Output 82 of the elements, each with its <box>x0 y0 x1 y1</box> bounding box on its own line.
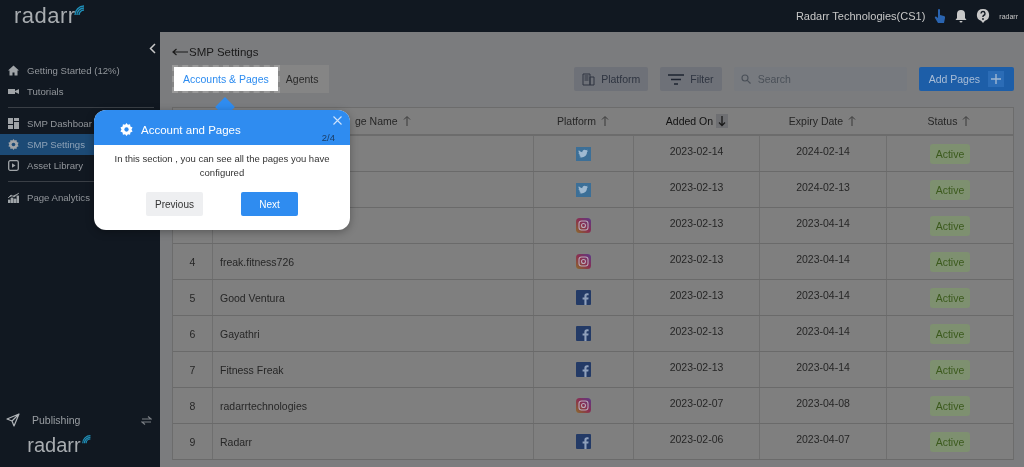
publishing-item[interactable]: Publishing <box>0 413 160 427</box>
page-name: Good Ventura <box>220 291 285 304</box>
status-badge: Active <box>929 143 971 164</box>
expiry-date: 2023-04-14 <box>796 217 850 231</box>
expiry-date: 2023-04-07 <box>796 433 850 447</box>
plus-icon <box>988 71 1004 87</box>
status-badge: Active <box>929 179 971 200</box>
dashboard-icon <box>8 118 19 129</box>
row-number: 9 <box>189 435 196 448</box>
page-name: freak.fitness726 <box>220 255 295 268</box>
hand-icon[interactable] <box>934 8 947 24</box>
status-badge: Active <box>929 359 971 380</box>
platform-button[interactable]: Platform <box>574 67 649 91</box>
added-date: 2023-02-13 <box>669 181 724 195</box>
status-badge: Active <box>929 287 971 308</box>
column-header[interactable]: Status <box>927 115 958 127</box>
column-header[interactable]: Platform <box>556 115 597 127</box>
added-date: 2023-02-13 <box>669 253 724 267</box>
sort-arrow-icon[interactable] <box>716 114 729 128</box>
page-name: Gayathri <box>220 327 260 340</box>
help-icon[interactable] <box>976 8 991 24</box>
notification-bell-icon[interactable] <box>955 9 968 23</box>
sidebar-item[interactable]: Getting Started (12%) <box>0 60 160 81</box>
filter-button[interactable]: Filter <box>660 67 722 91</box>
collapse-icon[interactable] <box>149 43 156 54</box>
logo-text: radarr <box>14 3 76 29</box>
popover-title: Account and Pages <box>141 123 241 136</box>
logo-text: radarr <box>27 433 81 457</box>
added-date: 2023-02-06 <box>669 433 724 447</box>
next-button[interactable]: Next <box>241 192 298 216</box>
expiry-date: 2024-02-13 <box>796 181 850 195</box>
add-pages-button[interactable]: Add Pages <box>918 67 1014 91</box>
video-camera-icon <box>8 86 19 97</box>
added-date: 2023-02-07 <box>669 397 724 411</box>
status-badge: Active <box>929 323 971 344</box>
row-number: 7 <box>189 363 196 376</box>
send-icon <box>6 413 20 427</box>
column-header[interactable]: Added On <box>665 115 714 127</box>
filter-icon <box>668 73 685 85</box>
settings-icon <box>120 123 133 136</box>
close-icon[interactable] <box>333 116 342 125</box>
expiry-date: 2023-04-14 <box>796 325 850 339</box>
expiry-date: 2023-04-14 <box>796 253 850 267</box>
popover-text: In this section , you can see all the pages you have configured <box>113 152 331 180</box>
home-icon <box>8 65 19 76</box>
document-icon <box>582 72 596 86</box>
page-name: Fitness Freak <box>220 363 284 376</box>
signal-icon <box>80 433 93 445</box>
added-date: 2023-02-13 <box>669 361 724 375</box>
added-date: 2023-02-13 <box>669 217 724 231</box>
expiry-date: 2023-04-14 <box>796 361 850 375</box>
row-number: 6 <box>189 327 196 340</box>
expiry-date: 2023-04-14 <box>796 289 850 303</box>
chart-icon <box>8 192 19 203</box>
expiry-date: 2024-02-14 <box>796 145 850 159</box>
expiry-date: 2023-04-08 <box>796 397 850 411</box>
status-badge: Active <box>929 251 971 272</box>
added-date: 2023-02-13 <box>669 289 724 303</box>
sidebar-item[interactable]: Tutorials <box>0 81 160 102</box>
column-header[interactable]: Expiry Date <box>788 115 844 127</box>
row-number: 4 <box>189 255 196 268</box>
page-name: Radarr <box>220 435 253 448</box>
row-number: 5 <box>189 291 196 304</box>
status-badge: Active <box>929 431 971 452</box>
added-date: 2023-02-13 <box>669 325 724 339</box>
column-header[interactable]: ge Name <box>355 115 398 127</box>
back-arrow-icon[interactable] <box>172 48 188 56</box>
search-icon <box>740 74 751 84</box>
added-date: 2023-02-14 <box>669 145 724 159</box>
tab[interactable]: Agents <box>277 67 327 91</box>
row-number: 8 <box>189 399 196 412</box>
page-name: radarrtechnologies <box>220 399 307 412</box>
play-square-icon <box>8 160 19 171</box>
status-badge: Active <box>929 215 971 236</box>
page-title: SMP Settings <box>189 46 259 58</box>
step-counter: 2/4 <box>321 132 335 143</box>
settings-icon <box>8 139 19 150</box>
company-name: Radarr Technologies(CS1) <box>795 10 926 22</box>
status-badge: Active <box>929 395 971 416</box>
previous-button[interactable]: Previous <box>146 192 203 216</box>
tab[interactable]: Accounts & Pages <box>174 67 278 91</box>
swap-icon[interactable] <box>141 415 152 425</box>
